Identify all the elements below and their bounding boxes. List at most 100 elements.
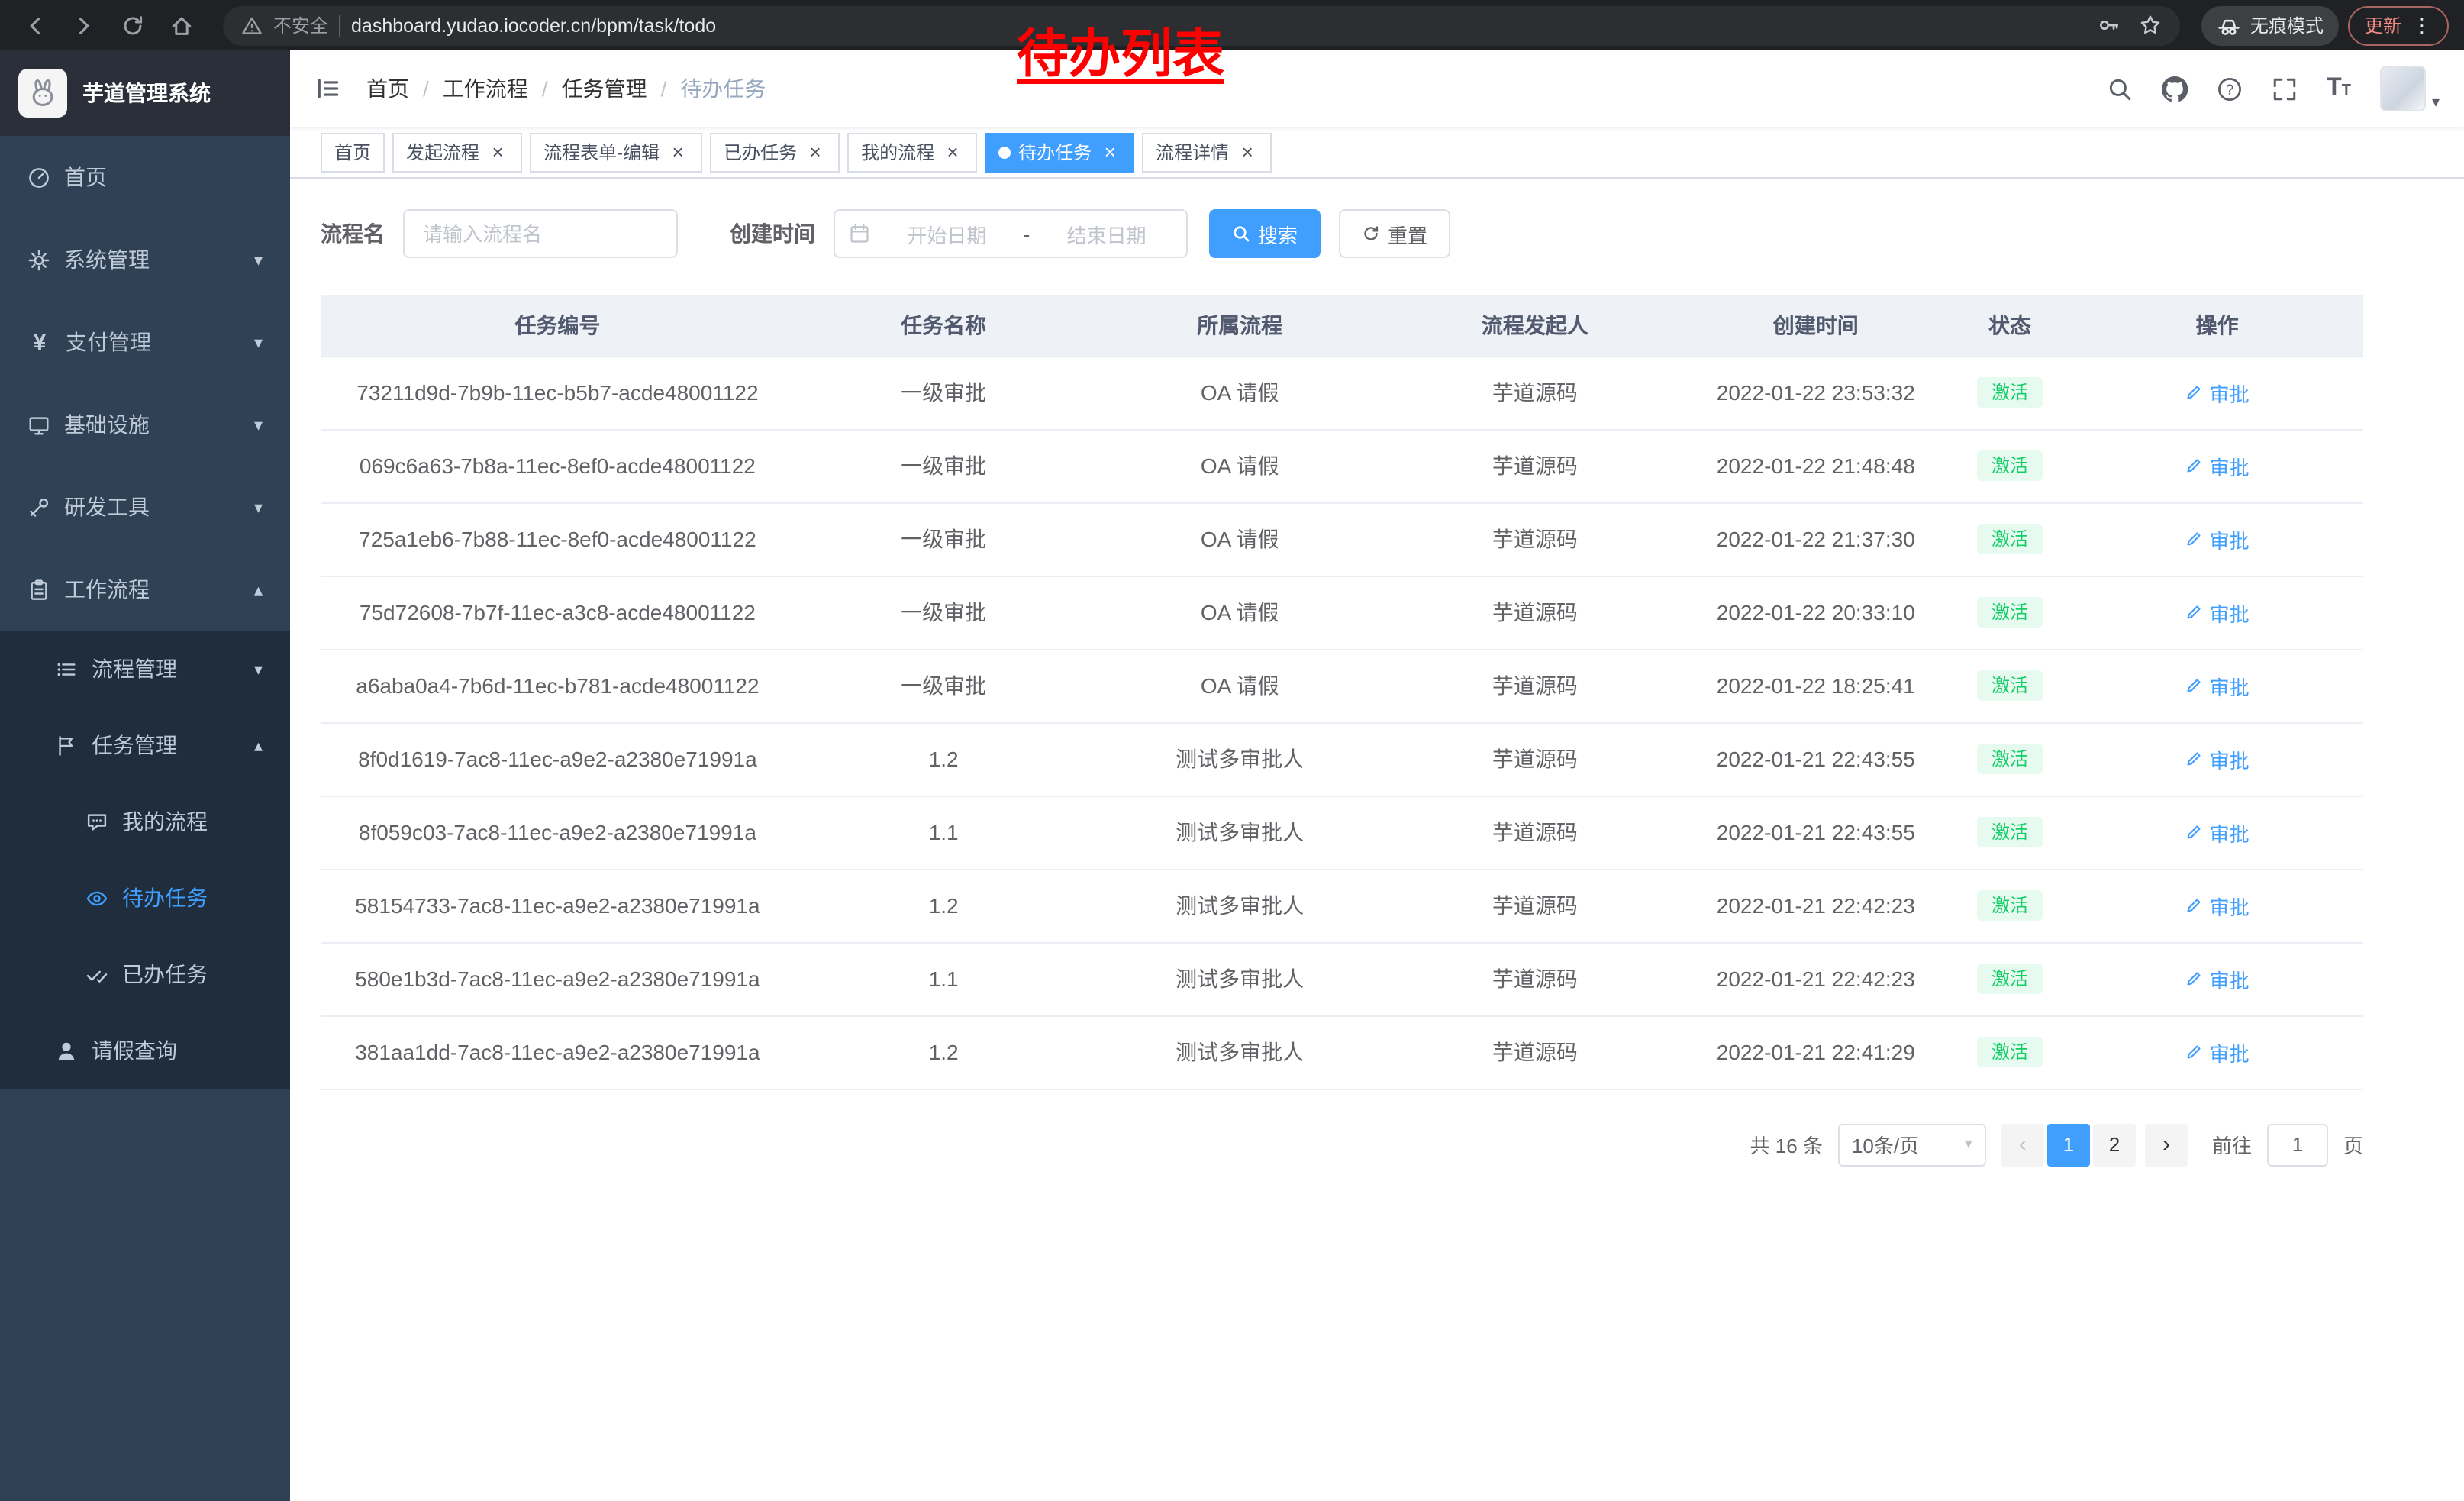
close-icon[interactable]: × (942, 141, 963, 163)
goto-page-input[interactable] (2267, 1123, 2328, 1166)
close-icon[interactable]: × (667, 141, 689, 163)
sidebar-collapse-icon[interactable] (290, 50, 366, 127)
date-range-picker[interactable]: 开始日期 - 结束日期 (834, 209, 1188, 258)
tab-done-tasks[interactable]: 已办任务 × (710, 132, 840, 172)
bookmark-star-icon[interactable] (2139, 14, 2162, 37)
status-cell: 激活 (1949, 796, 2072, 869)
user-menu[interactable]: ▾ (2380, 66, 2440, 111)
font-size-small-glyph: T (2342, 82, 2351, 99)
status-cell: 激活 (1949, 942, 2072, 1015)
chevron-down-icon: ▾ (254, 250, 263, 270)
approve-button[interactable]: 审批 (2185, 451, 2250, 480)
sidebar-item-devtools[interactable]: 研发工具 ▾ (0, 466, 290, 548)
monitor-icon (27, 413, 50, 436)
address-bar[interactable]: 不安全 dashboard.yudao.iocoder.cn/bpm/task/… (223, 5, 2180, 45)
kebab-menu-icon[interactable]: ⋮ (2412, 13, 2432, 37)
font-size-icon[interactable]: TT (2327, 75, 2351, 102)
sidebar-item-done-tasks[interactable]: 已办任务 (0, 936, 290, 1012)
created-cell: 2022-01-21 22:41:29 (1683, 1015, 1949, 1089)
initiator-cell: 芋道源码 (1387, 502, 1683, 576)
sidebar-item-infrastructure[interactable]: 基础设施 ▾ (0, 383, 290, 466)
tab-todo-tasks[interactable]: 待办任务 × (985, 132, 1134, 172)
key-icon[interactable] (2098, 14, 2121, 37)
search-icon[interactable] (2107, 76, 2133, 102)
app-logo[interactable]: 芋道管理系统 (0, 50, 290, 136)
omnibox-divider (339, 15, 340, 36)
caret-down-icon: ▾ (1965, 1136, 1972, 1153)
sidebar-item-leave-query[interactable]: 请假查询 (0, 1012, 290, 1089)
breadcrumb-item-workflow: 工作流程 (443, 73, 528, 104)
approve-button[interactable]: 审批 (2185, 818, 2250, 847)
dashboard-icon (27, 166, 50, 189)
tab-home[interactable]: 首页 (321, 132, 385, 172)
forward-icon[interactable] (64, 5, 104, 45)
clipboard-icon (27, 578, 50, 601)
process-cell: OA 请假 (1093, 356, 1387, 429)
page-button-1[interactable]: 1 (2047, 1123, 2090, 1166)
page-button-2[interactable]: 2 (2093, 1123, 2136, 1166)
create-time-label: 创建时间 (730, 218, 815, 249)
approve-button[interactable]: 审批 (2185, 891, 2250, 920)
search-button[interactable]: 搜索 (1209, 209, 1321, 258)
approve-button[interactable]: 审批 (2185, 378, 2250, 407)
sidebar-item-system[interactable]: 系统管理 ▾ (0, 218, 290, 301)
task-id-cell: 725a1eb6-7b88-11ec-8ef0-acde48001122 (321, 502, 795, 576)
tab-process-form-edit[interactable]: 流程表单-编辑 × (530, 132, 702, 172)
back-icon[interactable] (15, 5, 55, 45)
browser-window: 不安全 dashboard.yudao.iocoder.cn/bpm/task/… (0, 0, 2464, 1501)
tab-my-process[interactable]: 我的流程 × (847, 132, 977, 172)
edit-icon (2185, 603, 2204, 621)
sidebar-item-my-process[interactable]: 我的流程 (0, 783, 290, 860)
created-cell: 2022-01-22 23:53:32 (1683, 356, 1949, 429)
close-icon[interactable]: × (805, 141, 826, 163)
sidebar-item-task-management[interactable]: 任务管理 ▴ (0, 707, 290, 783)
table-row: 58154733-7ac8-11ec-a9e2-a2380e71991a 1.2… (321, 869, 2363, 942)
sidebar: 芋道管理系统 首页 系统管理 ▾ ¥ 支付管理 ▾ (0, 50, 290, 1501)
sidebar-item-process-management[interactable]: 流程管理 ▾ (0, 631, 290, 707)
sidebar-item-home[interactable]: 首页 (0, 136, 290, 218)
close-icon[interactable]: × (487, 141, 508, 163)
tab-label: 我的流程 (861, 139, 934, 165)
edit-icon (2185, 457, 2204, 475)
person-icon (55, 1039, 78, 1062)
approve-button-label: 审批 (2210, 525, 2250, 554)
process-name-label: 流程名 (321, 218, 385, 249)
next-page-button[interactable]: › (2145, 1123, 2188, 1166)
approve-button[interactable]: 审批 (2185, 598, 2250, 627)
sidebar-item-payment[interactable]: ¥ 支付管理 ▾ (0, 301, 290, 383)
page-size-value: 10条/页 (1852, 1130, 1956, 1159)
approve-button[interactable]: 审批 (2185, 964, 2250, 993)
github-icon[interactable] (2162, 76, 2188, 102)
approve-button[interactable]: 审批 (2185, 744, 2250, 773)
fullscreen-icon[interactable] (2272, 76, 2298, 102)
approve-button[interactable]: 审批 (2185, 671, 2250, 700)
task-name-cell: 一级审批 (795, 502, 1093, 576)
initiator-cell: 芋道源码 (1387, 942, 1683, 1015)
page-size-select[interactable]: 10条/页 ▾ (1838, 1123, 1986, 1166)
approve-button[interactable]: 审批 (2185, 525, 2250, 554)
close-icon[interactable]: × (1099, 141, 1121, 163)
tab-start-process[interactable]: 发起流程 × (392, 132, 522, 172)
end-date-placeholder: 结束日期 (1040, 219, 1172, 248)
help-icon[interactable]: ? (2217, 76, 2243, 102)
reset-button[interactable]: 重置 (1339, 209, 1450, 258)
tab-process-detail[interactable]: 流程详情 × (1142, 132, 1272, 172)
sidebar-item-workflow[interactable]: 工作流程 ▴ (0, 548, 290, 631)
process-name-input[interactable] (403, 209, 678, 258)
tab-label: 首页 (334, 139, 371, 165)
sidebar-item-todo-tasks[interactable]: 待办任务 (0, 860, 290, 936)
task-name-cell: 1.2 (795, 722, 1093, 796)
status-cell: 激活 (1949, 576, 2072, 649)
approve-button[interactable]: 审批 (2185, 1038, 2250, 1067)
prev-page-button[interactable]: ‹ (2001, 1123, 2044, 1166)
avatar[interactable] (2380, 66, 2426, 111)
created-cell: 2022-01-21 22:43:55 (1683, 796, 1949, 869)
gear-icon (27, 248, 50, 271)
chevron-down-icon: ▾ (254, 415, 263, 434)
update-button[interactable]: 更新 ⋮ (2348, 5, 2449, 45)
reload-icon[interactable] (113, 5, 153, 45)
breadcrumb-item-home[interactable]: 首页 (366, 73, 409, 104)
home-icon[interactable] (162, 5, 202, 45)
edit-icon (2185, 896, 2204, 915)
close-icon[interactable]: × (1237, 141, 1258, 163)
